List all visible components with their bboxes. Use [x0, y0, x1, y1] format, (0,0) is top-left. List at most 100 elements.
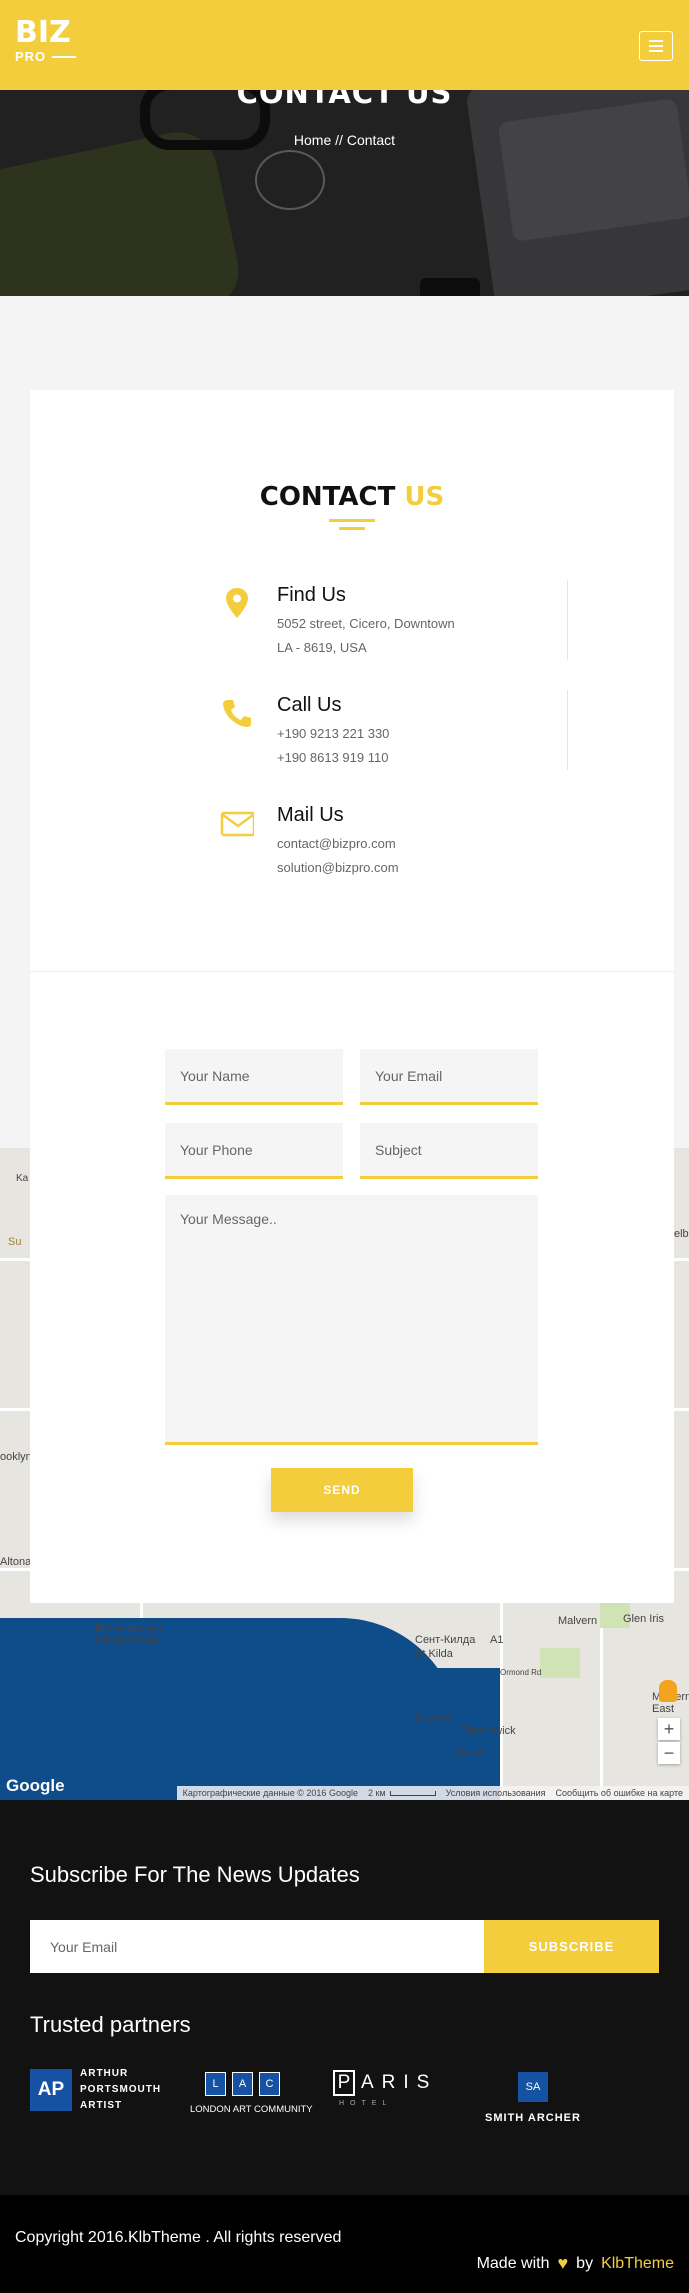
- map-label: Elwood: [415, 1713, 452, 1725]
- section-divider: [30, 971, 674, 972]
- subscribe-title: Subscribe For The News Updates: [30, 1862, 360, 1887]
- section-title: CONTACT US: [30, 482, 674, 512]
- map-label: elb: [674, 1228, 689, 1240]
- logo-sub-text: PRO: [15, 49, 77, 64]
- brand-link[interactable]: KlbTheme: [601, 2255, 674, 2273]
- contact-info-line: +190 9213 221 330: [277, 726, 390, 741]
- map-pin-icon: [226, 588, 248, 618]
- made-by-label: by: [576, 2254, 594, 2272]
- map-label: Malvern: [558, 1615, 598, 1627]
- partner-logo-line: PORTSMOUTH: [80, 2084, 162, 2095]
- contact-info-line: 5052 street, Cicero, Downtown: [277, 616, 455, 631]
- page-hero: CONTACT US Home // Contact: [0, 90, 689, 296]
- contact-info-line: solution@bizpro.com: [277, 860, 399, 875]
- copyright-text: Copyright 2016.KlbTheme . All rights res…: [15, 2229, 342, 2246]
- map-zoom-in-button[interactable]: +: [658, 1718, 680, 1740]
- title-underline: [329, 519, 375, 522]
- hero-overlay: [0, 90, 689, 296]
- map-label: Su: [8, 1236, 22, 1248]
- partner-logo-text: LONDON ART COMMUNITY: [190, 2104, 313, 2115]
- page-title: CONTACT US: [236, 90, 453, 110]
- divider: [567, 580, 568, 660]
- logo-sub-label: PRO: [15, 49, 47, 64]
- partner-logo-letter: C: [259, 2072, 280, 2096]
- map-label: Ka: [16, 1173, 29, 1184]
- map-scale: 2 км: [368, 1788, 436, 1798]
- phone-icon: [223, 700, 251, 727]
- map-zoom-out-button[interactable]: −: [658, 1742, 680, 1764]
- map-park: [540, 1648, 580, 1678]
- partner-logo-text: HOTEL: [339, 2100, 393, 2107]
- map-label: ooklyn: [0, 1451, 32, 1463]
- google-logo[interactable]: Google: [6, 1776, 65, 1796]
- logo[interactable]: BIZ PRO: [15, 15, 77, 64]
- footer-bottom-bar: Copyright 2016.KlbTheme . All rights res…: [0, 2195, 689, 2293]
- map-label: New St: [456, 1748, 482, 1757]
- email-input[interactable]: [360, 1049, 538, 1105]
- made-with-label: Made with: [476, 2254, 550, 2272]
- map-scale-bar: [389, 1791, 436, 1796]
- logo-main-text: BIZ: [15, 15, 71, 50]
- map-label: St Kilda: [415, 1648, 453, 1660]
- partner-logo-text: ARTHUR PORTSMOUTH ARTIST: [80, 2066, 190, 2114]
- message-textarea[interactable]: [165, 1195, 538, 1445]
- send-button[interactable]: SEND: [271, 1468, 413, 1512]
- logo-bar: [52, 55, 77, 58]
- partner-logo-mark: SA: [518, 2072, 548, 2102]
- map-label: Elsternwick: [460, 1725, 516, 1737]
- map-label: Сент-Килда: [415, 1634, 476, 1646]
- breadcrumb: Home // Contact: [0, 132, 689, 148]
- contact-info-heading: Mail Us: [277, 804, 344, 826]
- contact-info-line: contact@bizpro.com: [277, 836, 396, 851]
- partner-logo-word: ARIS: [361, 2072, 438, 2093]
- divider: [567, 690, 568, 770]
- menu-line: [649, 45, 663, 47]
- map-terms-link[interactable]: Условия использования: [446, 1788, 546, 1798]
- partners-title: Trusted partners: [30, 2012, 191, 2037]
- phone-input[interactable]: [165, 1123, 343, 1179]
- menu-line: [649, 40, 663, 42]
- name-input[interactable]: [165, 1049, 343, 1105]
- breadcrumb-separator: //: [335, 132, 343, 148]
- subject-input[interactable]: [360, 1123, 538, 1179]
- hamburger-menu-button[interactable]: [639, 31, 673, 61]
- map-report-link[interactable]: Сообщить об ошибке на карте: [556, 1788, 683, 1798]
- partner-logo-line: ARTIST: [80, 2100, 123, 2111]
- map-data-credit: Картографические данные © 2016 Google: [182, 1788, 358, 1798]
- partner-logo-paris-hotel[interactable]: P ARIS HOTEL: [333, 2070, 437, 2107]
- section-title-main: CONTACT: [259, 482, 396, 512]
- section-title-accent: US: [404, 482, 445, 512]
- map-scale-label: 2 км: [367, 1788, 386, 1798]
- map-label: Williamstown: [95, 1635, 160, 1647]
- map-label: Ormond Rd: [500, 1668, 542, 1677]
- contact-card: CONTACT US Find Us 5052 street, Cicero, …: [30, 390, 674, 1603]
- partner-logo-mark: L A C: [205, 2072, 300, 2096]
- contact-info-line: +190 8613 919 110: [277, 750, 389, 765]
- menu-line: [649, 50, 663, 52]
- made-with: Made with ♥ by KlbTheme: [477, 2253, 674, 2274]
- map-attribution: Картографические данные © 2016 Google 2 …: [176, 1786, 689, 1800]
- partner-logo-mark: AP: [30, 2069, 72, 2111]
- map-label: Вильямстаун: [95, 1622, 163, 1634]
- map-label: A1: [490, 1634, 504, 1646]
- partner-logo-text: SMITH ARCHER: [485, 2112, 581, 2124]
- title-underline-short: [339, 527, 365, 530]
- partner-logo-letter: L: [205, 2072, 226, 2096]
- contact-info-heading: Find Us: [277, 584, 346, 606]
- partner-logo-london-art-community[interactable]: L A C LONDON ART COMMUNITY: [190, 2072, 313, 2115]
- map-label: Glen Iris: [623, 1613, 664, 1625]
- map-label: Altona: [0, 1556, 32, 1568]
- partner-logo-smith-archer[interactable]: SA SMITH ARCHER: [478, 2072, 588, 2124]
- site-footer: Subscribe For The News Updates SUBSCRIBE…: [0, 1800, 689, 2195]
- contact-info-heading: Call Us: [277, 694, 342, 716]
- contact-info-line: LA - 8619, USA: [277, 640, 367, 655]
- breadcrumb-home-link[interactable]: Home: [294, 132, 331, 148]
- partner-logo-letter: A: [232, 2072, 253, 2096]
- site-header: BIZ PRO: [0, 0, 689, 90]
- subscribe-email-input[interactable]: [30, 1920, 484, 1973]
- partner-logo-letter: P: [333, 2070, 355, 2096]
- subscribe-button[interactable]: SUBSCRIBE: [484, 1920, 659, 1973]
- envelope-icon: [220, 811, 254, 837]
- street-view-pegman-icon[interactable]: [659, 1680, 677, 1702]
- breadcrumb-current: Contact: [346, 132, 396, 148]
